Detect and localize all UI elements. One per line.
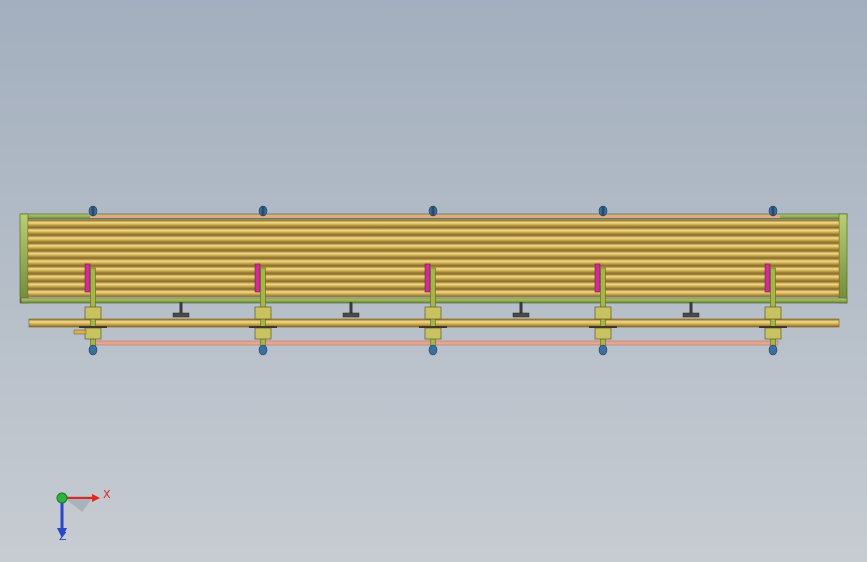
pipe-rack-model[interactable]: [0, 0, 867, 562]
foot-plate[interactable]: [342, 312, 360, 318]
rod-clamp[interactable]: [254, 306, 272, 320]
foot-plate[interactable]: [682, 312, 700, 318]
graphics-viewport[interactable]: X Z: [0, 0, 867, 562]
pipe[interactable]: [27, 258, 840, 267]
magenta-clamp[interactable]: [424, 263, 431, 293]
frame-left-end[interactable]: [19, 213, 29, 304]
top-bolt-bar: [261, 206, 265, 216]
top-bolt-bar: [91, 206, 95, 216]
magenta-clamp[interactable]: [764, 263, 771, 293]
magenta-clamp[interactable]: [594, 263, 601, 293]
clamp-base: [419, 326, 447, 328]
foot-stem: [689, 302, 693, 314]
x-axis-arrow: [92, 494, 100, 502]
rod-clamp-lower[interactable]: [594, 327, 612, 340]
rod-clamp[interactable]: [594, 306, 612, 320]
foot-plate[interactable]: [512, 312, 530, 318]
top-bolt-bar: [601, 206, 605, 216]
left-handle[interactable]: [73, 329, 87, 335]
pipe[interactable]: [27, 235, 840, 243]
bottom-bolt[interactable]: [258, 344, 268, 356]
bottom-bolt[interactable]: [428, 344, 438, 356]
magenta-clamp[interactable]: [84, 263, 91, 293]
bottom-bolt[interactable]: [598, 344, 608, 356]
clamp-base: [589, 326, 617, 328]
rod-clamp-lower[interactable]: [764, 327, 782, 340]
x-axis-label: X: [103, 488, 111, 501]
foot-stem: [349, 302, 353, 314]
z-axis-label: Z: [59, 530, 67, 543]
rod-clamp[interactable]: [764, 306, 782, 320]
foot-stem: [179, 302, 183, 314]
bottom-bolt[interactable]: [768, 344, 778, 356]
rod-clamp-lower[interactable]: [254, 327, 272, 340]
clamp-base: [249, 326, 277, 328]
rod-clamp[interactable]: [424, 306, 442, 320]
pipe[interactable]: [27, 242, 840, 251]
foot-plate[interactable]: [172, 312, 190, 318]
pipe[interactable]: [27, 250, 840, 259]
frame-right-end[interactable]: [838, 213, 848, 304]
rod-clamp-lower[interactable]: [84, 327, 102, 340]
pipe[interactable]: [27, 219, 840, 228]
magenta-clamp[interactable]: [254, 263, 261, 293]
rod-clamp-lower[interactable]: [424, 327, 442, 340]
top-bolt-bar: [431, 206, 435, 216]
foot-stem: [519, 302, 523, 314]
pipe[interactable]: [27, 227, 840, 236]
rod-clamp[interactable]: [84, 306, 102, 320]
bottom-bolt[interactable]: [88, 344, 98, 356]
clamp-base: [759, 326, 787, 328]
view-orientation-triad: X Z: [56, 488, 111, 543]
clamp-base: [79, 326, 107, 328]
top-bolt-bar: [771, 206, 775, 216]
y-axis-dot: [56, 492, 68, 504]
